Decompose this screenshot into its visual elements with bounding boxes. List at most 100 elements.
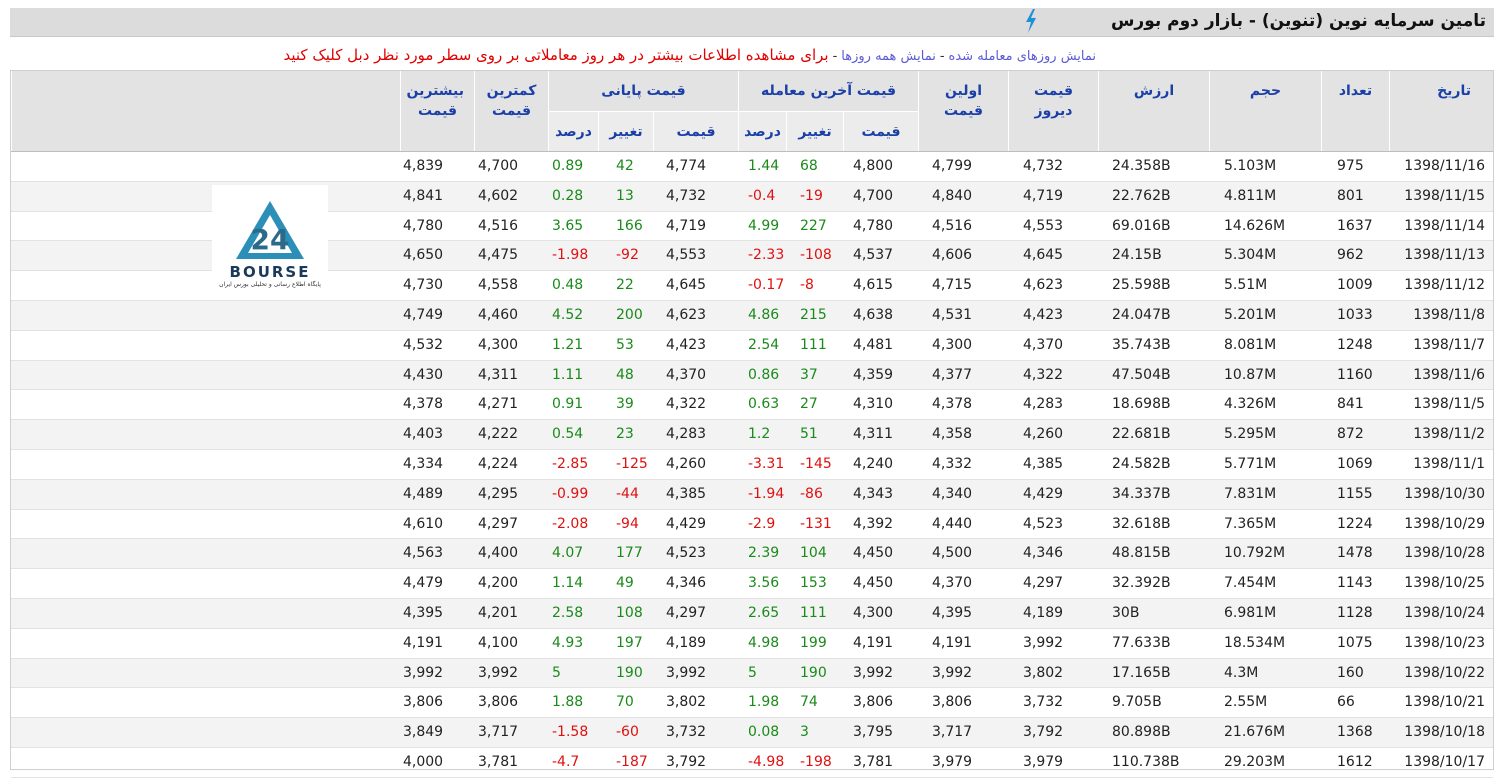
header-low-price[interactable]: کمترین قیمت — [474, 71, 548, 151]
header-last-change[interactable]: تغییر — [786, 111, 843, 151]
cell-last-change: 153 — [800, 575, 827, 592]
cell-volume: 8.081M — [1224, 336, 1277, 353]
cell-first-price: 4,395 — [932, 604, 973, 621]
cell-first-price: 4,358 — [932, 426, 973, 443]
cell-closing-price: 4,645 — [666, 277, 707, 294]
cell-date: 1398/11/5 — [1413, 396, 1485, 413]
cell-closing-percent: 1.21 — [552, 336, 584, 353]
header-last-trade-price[interactable]: قیمت آخرین معامله — [738, 71, 918, 111]
cell-closing-change: 23 — [616, 426, 634, 443]
cell-last-change: 74 — [800, 694, 818, 711]
cell-last-change: 111 — [800, 336, 827, 353]
traded-days-link[interactable]: نمایش روزهای معامله شده — [949, 49, 1096, 64]
cell-last-price: 4,700 — [853, 187, 894, 204]
cell-closing-change: -92 — [616, 247, 639, 264]
header-yesterday-price[interactable]: قیمت دیروز — [1008, 71, 1098, 151]
cell-closing-percent: -4.7 — [552, 753, 580, 770]
cell-closing-percent: 4.52 — [552, 306, 584, 323]
cell-count: 1155 — [1337, 485, 1373, 502]
cell-value: 22.681B — [1112, 426, 1171, 443]
cell-last-percent: 4.99 — [748, 217, 780, 234]
cell-last-change: 51 — [800, 426, 818, 443]
cell-closing-percent: 2.58 — [552, 604, 584, 621]
table-row[interactable]: 4,749 4,460 4.52 200 4,623 4.86 215 4,638 4,531 4… — [11, 300, 1493, 331]
cell-count: 801 — [1337, 187, 1364, 204]
cell-value: 30B — [1112, 604, 1140, 621]
cell-value: 110.738B — [1112, 753, 1180, 770]
cell-closing-price: 4,553 — [666, 247, 707, 264]
cell-last-percent: 1.44 — [748, 158, 780, 174]
header-date[interactable]: تاریخ — [1389, 71, 1493, 151]
cell-volume: 10.87M — [1224, 366, 1277, 383]
cell-closing-price: 3,992 — [666, 664, 707, 681]
header-value[interactable]: ارزش — [1098, 71, 1209, 151]
cell-value: 32.392B — [1112, 575, 1171, 592]
cell-closing-price: 4,283 — [666, 426, 707, 443]
header-last-price[interactable]: قیمت — [843, 111, 918, 151]
cell-volume: 5.51M — [1224, 277, 1268, 294]
svg-text:24: 24 — [251, 223, 290, 256]
cell-last-change: -8 — [800, 277, 814, 294]
cell-date: 1398/11/2 — [1413, 426, 1485, 443]
table-row[interactable]: 4,334 4,224 -2.85 -125 4,260 -3.31 -145 4,240 4,… — [11, 450, 1493, 480]
cell-first-price: 4,377 — [932, 366, 973, 383]
cell-low-price: 4,311 — [478, 366, 519, 383]
cell-closing-change: 108 — [616, 604, 643, 621]
cell-closing-percent: -1.58 — [552, 724, 589, 741]
cell-volume: 7.454M — [1224, 575, 1277, 592]
table-row[interactable]: 4,610 4,297 -2.08 -94 4,429 -2.9 -131 4,392 4,44… — [11, 510, 1493, 540]
header-closing-value[interactable]: قیمت — [653, 111, 738, 151]
cell-volume: 10.792M — [1224, 545, 1286, 562]
cell-low-price: 4,475 — [478, 247, 519, 264]
table-row[interactable]: 4,489 4,295 -0.99 -44 4,385 -1.94 -86 4,343 4,34… — [11, 479, 1493, 510]
table-row[interactable]: 4,563 4,400 4.07 177 4,523 2.39 104 4,450 4,500 4… — [11, 539, 1493, 570]
header-last-percent[interactable]: درصد — [738, 111, 786, 151]
header-first-price[interactable]: اولین قیمت — [918, 71, 1008, 151]
bourse24-logo: 24 BOURSE پایگاه اطلاع رسانی و تحلیلی بو… — [212, 185, 328, 297]
cell-last-change: -131 — [800, 515, 832, 532]
cell-closing-price: 4,429 — [666, 515, 707, 532]
table-row[interactable]: 4,403 4,222 0.54 23 4,283 1.2 51 4,311 4,358 4,26… — [11, 420, 1493, 450]
table-row[interactable]: 3,992 3,992 5 190 3,992 5 190 3,992 3,992 3,802 17… — [11, 658, 1493, 689]
table-row[interactable]: 4,378 4,271 0.91 39 4,322 0.63 27 4,310 4,378 4,2… — [11, 390, 1493, 421]
header-high-price[interactable]: بیشترین قیمت — [400, 71, 474, 151]
table-row[interactable]: 4,191 4,100 4.93 197 4,189 4.98 199 4,191 4,191 3… — [11, 629, 1493, 659]
all-days-link[interactable]: نمایش همه روزها — [841, 49, 936, 64]
cell-yesterday-price: 3,802 — [1023, 664, 1064, 681]
cell-high-price: 4,489 — [403, 485, 444, 502]
header-volume[interactable]: حجم — [1209, 71, 1321, 151]
separator: - — [832, 49, 838, 64]
table-row[interactable]: 4,430 4,311 1.11 48 4,370 0.86 37 4,359 4,377 4,3… — [11, 360, 1493, 391]
header-closing-price[interactable]: قیمت پایانی — [548, 71, 738, 111]
table-row[interactable]: 3,849 3,717 -1.58 -60 3,732 0.08 3 3,795 3,717 3,… — [11, 718, 1493, 748]
cell-date: 1398/11/15 — [1404, 187, 1485, 204]
table-row[interactable]: 4,532 4,300 1.21 53 4,423 2.54 111 4,481 4,300 4,… — [11, 331, 1493, 361]
cell-first-price: 4,516 — [932, 217, 973, 234]
table-row[interactable]: 4,479 4,200 1.14 49 4,346 3.56 153 4,450 4,370 4,… — [11, 569, 1493, 599]
table-row[interactable]: 4,395 4,201 2.58 108 4,297 2.65 111 4,300 4,395 4… — [11, 598, 1493, 629]
cell-volume: 7.365M — [1224, 515, 1277, 532]
cell-high-price: 4,563 — [403, 545, 444, 562]
cell-yesterday-price: 4,346 — [1023, 545, 1064, 562]
table-row[interactable]: 4,000 3,781 -4.7 -187 3,792 -4.98 -198 3,781 3,9… — [11, 748, 1493, 778]
cell-count: 1224 — [1337, 515, 1373, 532]
cell-last-change: -145 — [800, 455, 832, 472]
table-row[interactable]: 3,806 3,806 1.88 70 3,802 1.98 74 3,806 3,806 3,7… — [11, 688, 1493, 719]
cell-volume: 4.3M — [1224, 664, 1259, 681]
table-row[interactable]: 4,839 4,700 0.89 42 4,774 1.44 68 4,800 4,799 4,7… — [11, 152, 1493, 182]
cell-closing-price: 3,802 — [666, 694, 707, 711]
cell-last-percent: -0.17 — [748, 277, 785, 294]
header-closing-change[interactable]: تغییر — [598, 111, 653, 151]
cell-yesterday-price: 4,423 — [1023, 306, 1064, 323]
cell-high-price: 4,378 — [403, 396, 444, 413]
cell-last-price: 4,310 — [853, 396, 894, 413]
cell-high-price: 4,479 — [403, 575, 444, 592]
cell-value: 80.898B — [1112, 724, 1171, 741]
header-closing-percent[interactable]: درصد — [548, 111, 598, 151]
cell-count: 1368 — [1337, 724, 1373, 741]
cell-yesterday-price: 4,370 — [1023, 336, 1064, 353]
cell-closing-price: 3,792 — [666, 753, 707, 770]
cell-count: 66 — [1337, 694, 1355, 711]
header-count[interactable]: تعداد — [1321, 71, 1389, 151]
cell-closing-price: 4,732 — [666, 187, 707, 204]
